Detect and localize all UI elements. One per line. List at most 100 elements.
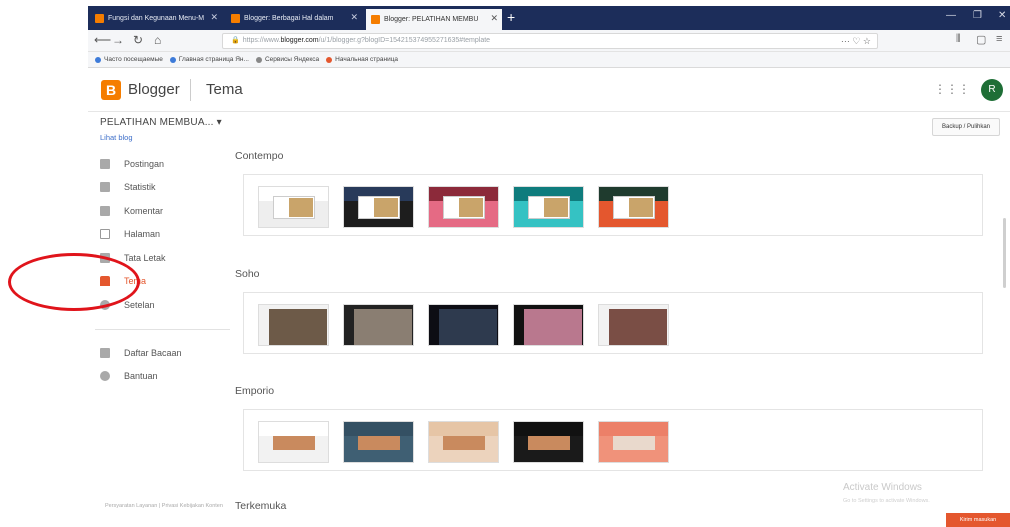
theme-thumbnail[interactable]: [513, 186, 584, 228]
section-title: Soho: [235, 268, 260, 280]
browser-tab-bar: Fungsi dan Kegunaan Menu-M ✕ Blogger: Be…: [88, 6, 1010, 30]
view-blog-link[interactable]: Lihat blog: [100, 133, 133, 142]
sidebar-item-daftar-bacaan[interactable]: Daftar Bacaan: [100, 341, 232, 365]
bookmark-label: Часто посещаемые: [104, 56, 163, 63]
bookmark-item[interactable]: Сервисы Яндекса: [255, 56, 320, 63]
sidebar-item-halaman[interactable]: Halaman: [100, 223, 232, 247]
comments-icon: [100, 205, 110, 216]
theme-thumbnail[interactable]: [258, 421, 329, 463]
theme-thumbnail[interactable]: [428, 304, 499, 346]
library-icon[interactable]: ⫴: [956, 33, 961, 46]
theme-thumbnail[interactable]: [343, 186, 414, 228]
lock-icon: 🔒: [231, 37, 240, 44]
sidebar-toggle-icon[interactable]: ▢: [976, 33, 986, 46]
close-window-icon[interactable]: ✕: [998, 10, 1006, 21]
browser-tab-1[interactable]: Fungsi dan Kegunaan Menu-M ✕: [90, 8, 222, 28]
bookmark-item[interactable]: Главная страница Ян...: [169, 56, 249, 63]
help-icon: [100, 371, 110, 382]
theme-thumbnail[interactable]: [343, 304, 414, 346]
url-prefix: https://www.: [242, 37, 281, 44]
section-title: Emporio: [235, 385, 275, 397]
bookmark-label: Начальная страница: [335, 56, 399, 63]
url-input[interactable]: 🔒 https://www.blogger.com/u/1/blogger.g?b…: [222, 33, 878, 49]
menu-icon[interactable]: ≡: [996, 33, 1002, 45]
sidebar-item-statistik[interactable]: Statistik: [100, 176, 232, 200]
sidebar-item-komentar[interactable]: Komentar: [100, 199, 232, 223]
section-title: Terkemuka: [235, 500, 287, 512]
sidebar-item-postingan[interactable]: Postingan: [100, 152, 232, 176]
section-title: Contempo: [235, 150, 284, 162]
theme-card-row: [243, 409, 983, 471]
theme-card-row: [243, 292, 983, 354]
bookmarks-bar: Часто посещаемые Главная страница Ян... …: [88, 52, 1010, 68]
sidebar-item-label: Komentar: [124, 205, 164, 216]
url-domain: blogger.com: [280, 37, 319, 44]
sidebar-item-label: Bantuan: [124, 371, 158, 382]
apps-grid-icon[interactable]: ⋮⋮⋮: [934, 82, 970, 96]
page-scrollbar[interactable]: [1003, 218, 1006, 288]
url-path: /u/1/blogger.g?blogID=154215374955271635…: [318, 37, 491, 44]
close-tab-icon[interactable]: ✕: [210, 12, 218, 23]
sidebar-item-bantuan[interactable]: Bantuan: [100, 365, 232, 389]
sidebar-secondary-nav: Daftar Bacaan Bantuan: [100, 341, 232, 388]
avatar[interactable]: R: [981, 79, 1003, 101]
theme-thumbnail[interactable]: [513, 304, 584, 346]
sidebar-item-label: Setelan: [124, 299, 155, 310]
restore-icon[interactable]: ❐: [973, 10, 982, 21]
brand-name: Blogger: [128, 81, 180, 98]
sidebar-item-label: Statistik: [124, 182, 156, 193]
bookmark-icon: [326, 56, 333, 63]
bookmark-icon: [95, 56, 101, 63]
blogger-favicon-icon: [231, 13, 240, 23]
theme-thumbnail[interactable]: [258, 304, 329, 346]
bookmark-icon: [169, 56, 176, 63]
highlight-circle: [8, 253, 140, 311]
theme-card-row: [243, 174, 983, 236]
bookmark-label: Главная страница Ян...: [178, 56, 249, 63]
theme-thumbnail[interactable]: [513, 421, 584, 463]
header-divider: [190, 79, 191, 101]
home-icon[interactable]: ⌂: [154, 33, 161, 47]
bookmark-label: Сервисы Яндекса: [264, 56, 320, 63]
activate-windows-title: Activate Windows: [843, 482, 922, 493]
close-tab-icon[interactable]: ✕: [490, 13, 498, 24]
theme-thumbnail[interactable]: [598, 421, 669, 463]
tab-label: Fungsi dan Kegunaan Menu-M: [108, 14, 205, 22]
browser-tab-3-active[interactable]: Blogger: PELATIHAN MEMBU ✕: [366, 9, 502, 30]
blogger-header: B Blogger Tema ⋮⋮⋮ R: [88, 68, 1010, 112]
bookmark-icon: [255, 56, 262, 63]
reload-icon[interactable]: ↻: [133, 33, 143, 47]
forward-icon[interactable]: →: [112, 33, 124, 47]
new-tab-button[interactable]: +: [507, 8, 515, 26]
feedback-button[interactable]: Kirim masukan: [946, 513, 1010, 527]
blogger-favicon-icon: [371, 15, 380, 24]
blog-selector[interactable]: PELATIHAN MEMBUA... ▾: [100, 117, 222, 128]
page-actions-icon[interactable]: ··· ♡ ☆: [841, 34, 871, 48]
posts-icon: [100, 158, 110, 169]
sidebar-item-label: Tata Letak: [124, 252, 166, 263]
pages-icon: [100, 229, 110, 240]
reading-list-icon: [100, 347, 110, 358]
stats-icon: [100, 182, 110, 193]
theme-thumbnail[interactable]: [428, 186, 499, 228]
theme-thumbnail[interactable]: [598, 304, 669, 346]
minimize-icon[interactable]: —: [946, 10, 956, 21]
back-icon[interactable]: ⟵: [94, 33, 111, 47]
activate-windows-subtitle: Go to Settings to activate Windows.: [843, 498, 930, 504]
blogger-logo-icon[interactable]: B: [101, 80, 121, 100]
sidebar-divider: [95, 329, 230, 330]
theme-thumbnail[interactable]: [343, 421, 414, 463]
page-title: Tema: [206, 81, 243, 98]
browser-tab-2[interactable]: Blogger: Berbagai Hal dalam ✕: [226, 8, 362, 28]
bookmark-item[interactable]: Часто посещаемые: [95, 56, 163, 63]
backup-restore-button[interactable]: Backup / Pulihkan: [932, 118, 1000, 136]
theme-thumbnail[interactable]: [428, 421, 499, 463]
close-tab-icon[interactable]: ✕: [350, 12, 358, 23]
theme-thumbnail[interactable]: [258, 186, 329, 228]
browser-nav-bar: ⟵ → ↻ ⌂ 🔒 https://www.blogger.com/u/1/blo…: [88, 30, 1010, 52]
bookmark-item[interactable]: Начальная страница: [326, 56, 398, 63]
sidebar-footer-links[interactable]: Persyaratan Layanan | Privasi Kebijakan …: [105, 503, 223, 509]
blogger-favicon-icon: [95, 13, 104, 23]
theme-thumbnail[interactable]: [598, 186, 669, 228]
screen: { "browser": { "tabs": [ {"label": "Fung…: [0, 0, 1010, 527]
